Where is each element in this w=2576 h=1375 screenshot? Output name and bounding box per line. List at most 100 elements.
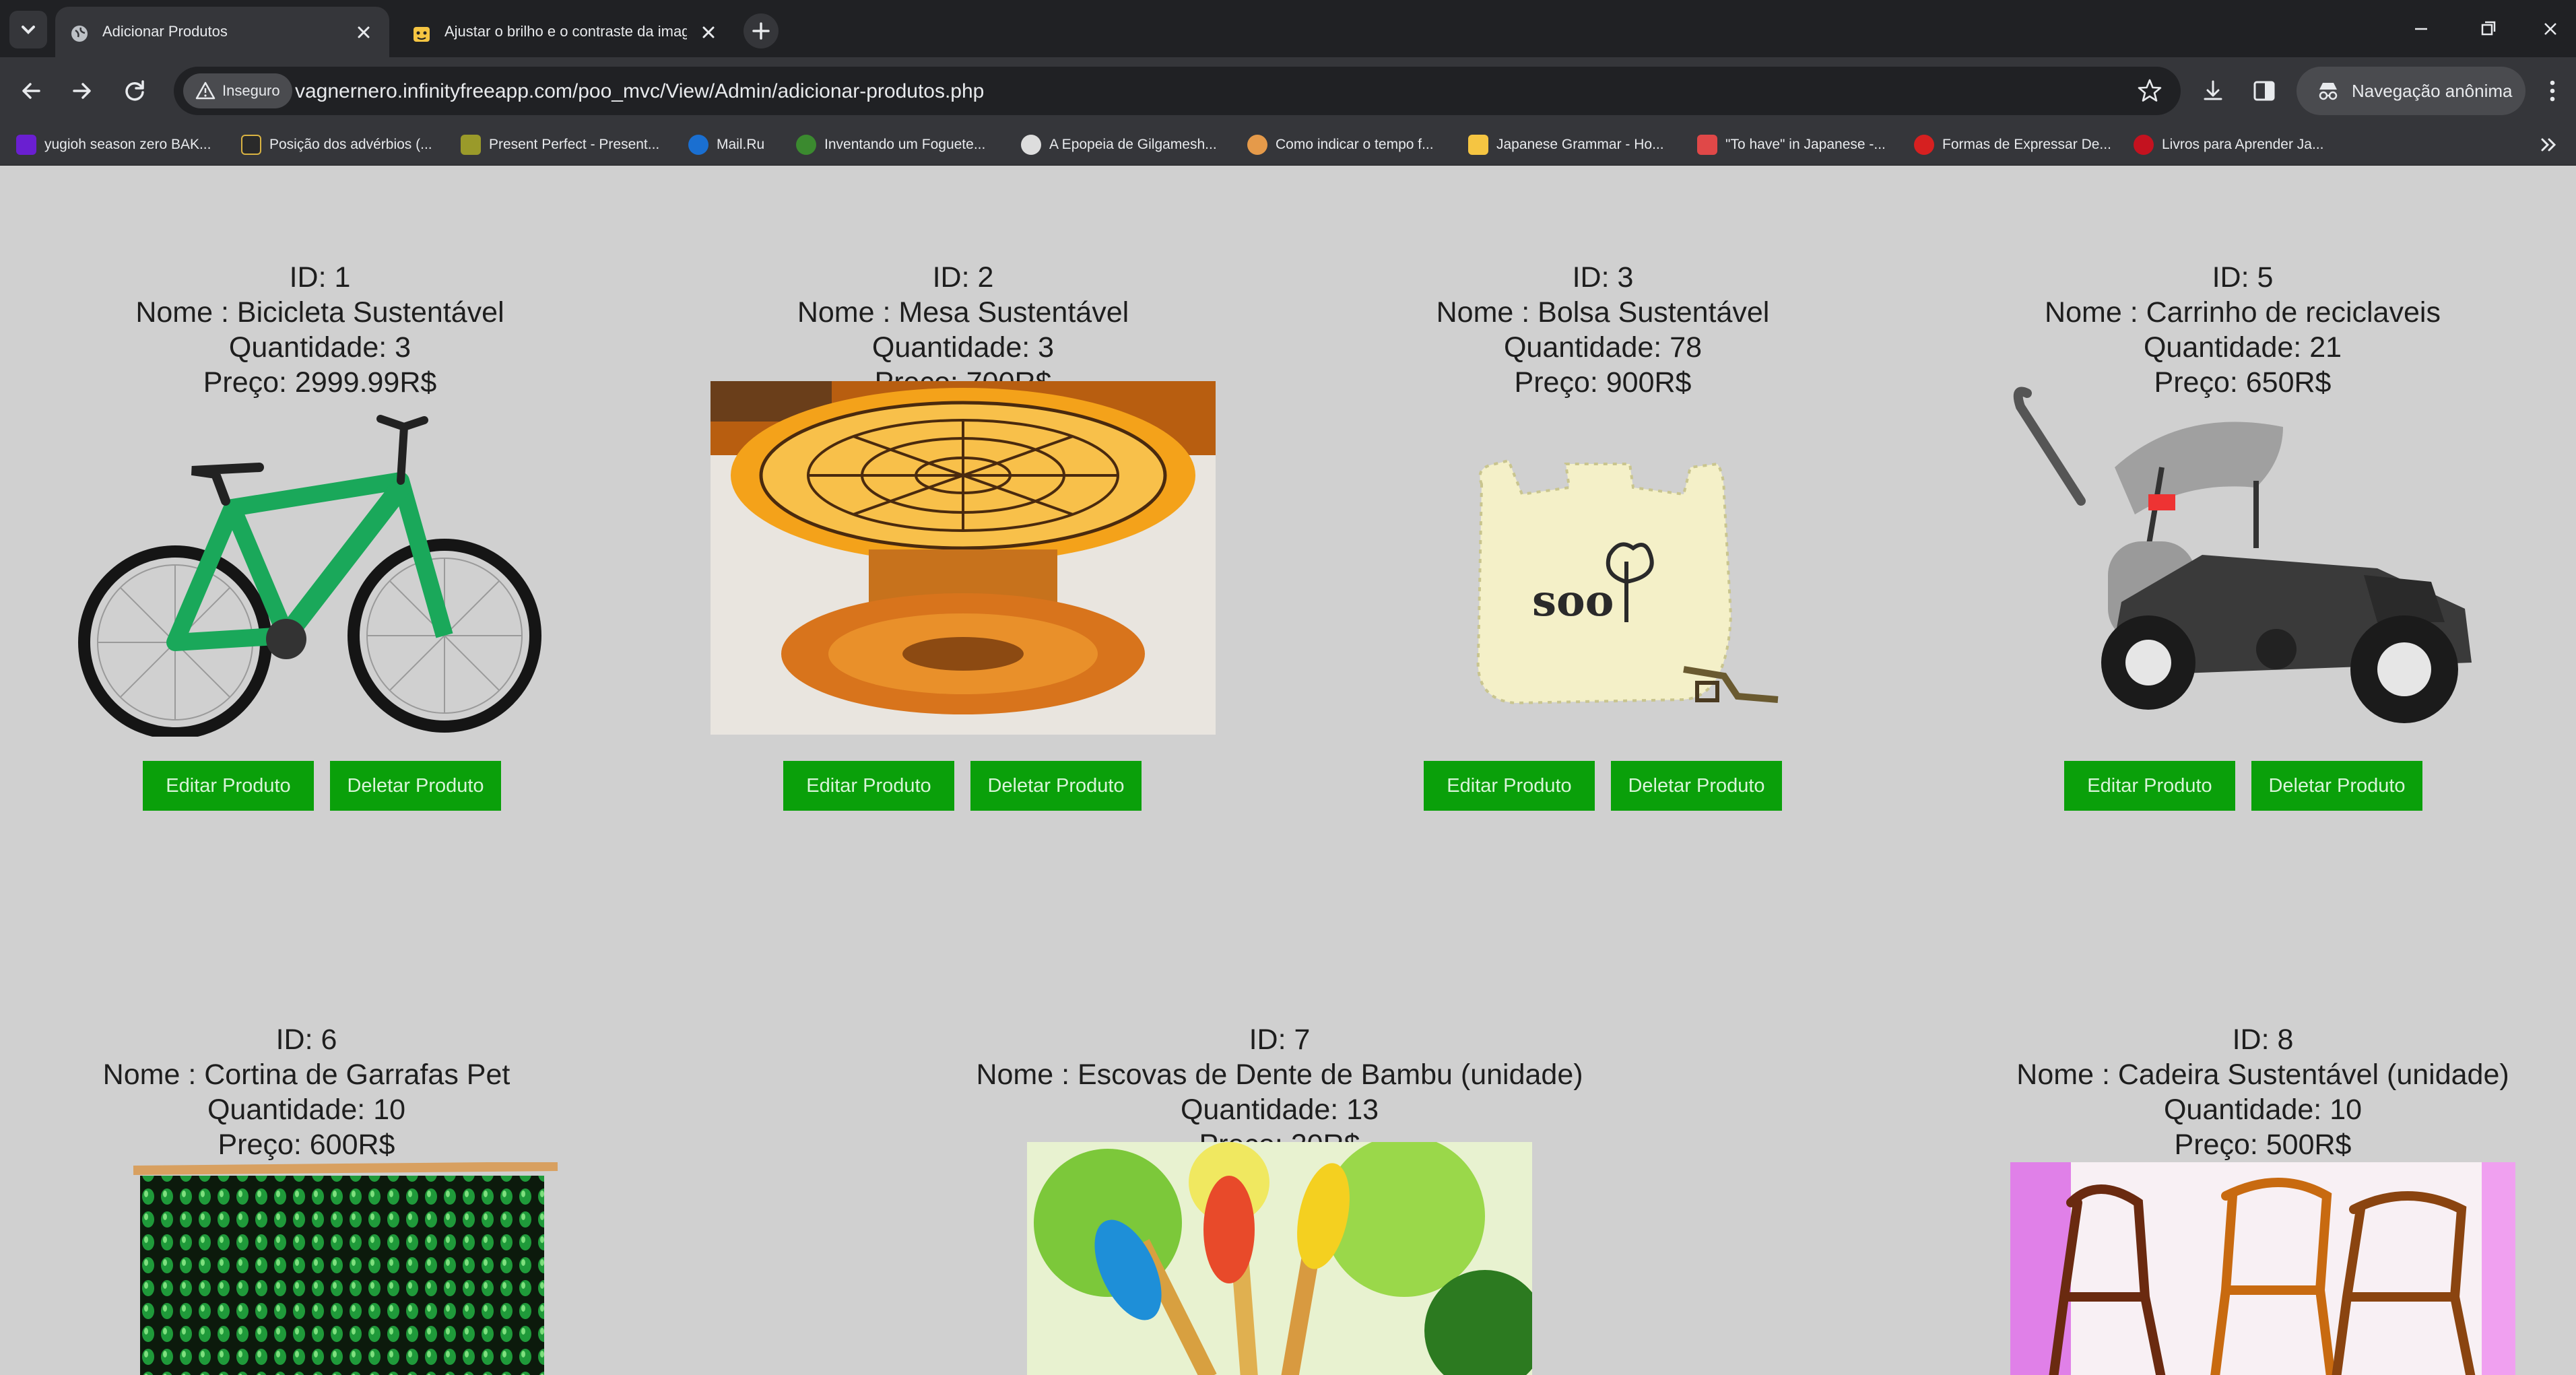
product-name: Nome : Bicicleta Sustentável	[135, 296, 504, 329]
bookmark-item[interactable]: Livros para Aprender Ja...	[2134, 131, 2323, 158]
product-card: ID: 8 Nome : Cadeira Sustentável (unidad…	[1953, 1022, 2573, 1375]
product-id: ID: 3	[1572, 261, 1634, 294]
product-id: ID: 1	[289, 261, 351, 294]
product-price: Preço: 500R$	[2174, 1129, 2352, 1161]
bookmark-item[interactable]: "To have" in Japanese -...	[1697, 131, 1886, 158]
plus-icon	[752, 22, 770, 40]
product-price: Preço: 600R$	[218, 1129, 395, 1161]
incognito-indicator[interactable]: Navegação anônima	[2297, 67, 2525, 115]
minimize-icon[interactable]	[2403, 12, 2439, 46]
product-actions: Editar Produto Deletar Produto	[1424, 761, 1782, 811]
close-icon[interactable]	[352, 20, 376, 44]
download-icon[interactable]	[2195, 73, 2231, 108]
incognito-label: Navegação anônima	[2352, 80, 2513, 101]
tab-title: Adicionar Produtos	[102, 23, 228, 40]
bookmark-item[interactable]: A Epopeia de Gilgamesh...	[1021, 131, 1217, 158]
product-card: ID: 5 Nome : Carrinho de reciclaveis Qua…	[1960, 260, 2525, 740]
product-name: Nome : Carrinho de reciclaveis	[2045, 296, 2441, 329]
mail-ru-icon	[688, 135, 708, 155]
product-name: Nome : Bolsa Sustentável	[1436, 296, 1770, 329]
product-id: ID: 2	[932, 261, 994, 294]
site-favicon-icon	[2134, 135, 2154, 155]
bookmark-item[interactable]: Formas de Expressar De...	[1914, 131, 2111, 158]
browser-toolbar: Inseguro vagnernero.infinityfreeapp.com/…	[0, 57, 2576, 125]
chevron-down-icon	[22, 26, 35, 34]
tab-title: Ajustar o brilho e o contraste da imag	[444, 23, 687, 40]
restore-icon[interactable]	[2470, 12, 2506, 46]
more-options-icon[interactable]	[2539, 73, 2566, 108]
edit-product-button[interactable]: Editar Produto	[1424, 761, 1595, 811]
product-name: Nome : Escovas de Dente de Bambu (unidad…	[976, 1059, 1583, 1091]
delete-product-button[interactable]: Deletar Produto	[970, 761, 1142, 811]
delete-product-button[interactable]: Deletar Produto	[330, 761, 501, 811]
product-name: Nome : Mesa Sustentável	[797, 296, 1129, 329]
chevron-double-right-icon[interactable]	[2536, 133, 2563, 157]
product-actions: Editar Produto Deletar Produto	[783, 761, 1142, 811]
product-price: Preço: 2999.99R$	[203, 366, 437, 399]
bookmark-item[interactable]: Inventando um Foguete...	[796, 131, 985, 158]
bookmark-star-icon[interactable]	[2135, 76, 2165, 106]
address-bar[interactable]: Inseguro vagnernero.infinityfreeapp.com/…	[174, 67, 2181, 115]
close-icon[interactable]	[696, 20, 721, 44]
edit-product-button[interactable]: Editar Produto	[143, 761, 314, 811]
yahoo-icon	[16, 135, 36, 155]
product-price: Preço: 900R$	[1514, 366, 1692, 399]
bookmark-item[interactable]: yugioh season zero BAK...	[16, 131, 211, 158]
edit-product-button[interactable]: Editar Produto	[2064, 761, 2235, 811]
bookmark-item[interactable]: Present Perfect - Present...	[461, 131, 659, 158]
site-favicon-icon	[1468, 135, 1488, 155]
product-quantity: Quantidade: 78	[1503, 331, 1703, 364]
bookmark-item[interactable]: Como indicar o tempo f...	[1247, 131, 1434, 158]
bookmark-item[interactable]: Japanese Grammar - Ho...	[1468, 131, 1664, 158]
globe-icon	[71, 26, 88, 42]
security-label: Inseguro	[222, 82, 280, 99]
product-card: ID: 3 Nome : Bolsa Sustentável Quantidad…	[1320, 260, 1886, 740]
product-id: ID: 5	[2212, 261, 2274, 294]
product-image-toothbrushes	[1027, 1135, 1546, 1375]
product-card: ID: 1 Nome : Bicicleta Sustentável Quant…	[40, 260, 599, 740]
product-quantity: Quantidade: 3	[871, 331, 1055, 364]
delete-product-button[interactable]: Deletar Produto	[1611, 761, 1782, 811]
product-card: ID: 7 Nome : Escovas de Dente de Bambu (…	[909, 1022, 1650, 1375]
tab-adicionar-produtos[interactable]: Adicionar Produtos	[55, 7, 389, 57]
product-id: ID: 6	[275, 1024, 337, 1056]
product-image-bicycle	[78, 415, 541, 739]
incognito-icon	[2319, 83, 2338, 100]
reload-icon[interactable]	[116, 72, 154, 110]
page-content: ID: 1 Nome : Bicicleta Sustentável Quant…	[0, 166, 2576, 1375]
product-actions: Editar Produto Deletar Produto	[143, 761, 501, 811]
url-text[interactable]: vagnernero.infinityfreeapp.com/poo_mvc/V…	[295, 80, 984, 103]
close-window-icon[interactable]	[2532, 12, 2569, 46]
product-image-cart	[2013, 387, 2472, 723]
back-arrow-icon[interactable]	[12, 72, 50, 110]
delete-product-button[interactable]: Deletar Produto	[2251, 761, 2422, 811]
product-quantity: Quantidade: 10	[2163, 1094, 2363, 1126]
edit-product-button[interactable]: Editar Produto	[783, 761, 954, 811]
product-image-bag: soo	[1401, 400, 1805, 737]
product-id: ID: 8	[2232, 1024, 2294, 1056]
tab-search-button[interactable]	[9, 11, 47, 48]
site-security-chip[interactable]: Inseguro	[183, 73, 292, 108]
bookmark-item[interactable]: Posição dos advérbios (...	[241, 131, 432, 158]
site-favicon-icon	[796, 135, 816, 155]
product-card: ID: 6 Nome : Cortina de Garrafas Pet Qua…	[20, 1022, 593, 1375]
product-quantity: Quantidade: 10	[207, 1094, 406, 1126]
bag-print-text: soo	[1532, 576, 1614, 626]
tab-strip: Adicionar Produtos Ajustar o brilho e o …	[0, 0, 2576, 57]
product-image-table	[711, 381, 1216, 735]
site-favicon-icon	[1914, 135, 1934, 155]
product-name: Nome : Cortina de Garrafas Pet	[102, 1059, 510, 1091]
cat-face-icon	[414, 27, 430, 42]
forward-arrow-icon[interactable]	[63, 72, 101, 110]
globe-icon	[1021, 135, 1041, 155]
site-favicon-icon	[241, 135, 261, 155]
site-favicon-icon	[461, 135, 481, 155]
product-quantity: Quantidade: 3	[228, 331, 411, 364]
bookmarks-bar: yugioh season zero BAK... Posição dos ad…	[0, 125, 2576, 166]
product-image-chairs	[2010, 1162, 2515, 1375]
product-quantity: Quantidade: 13	[1180, 1094, 1379, 1126]
tab-ajustar-brilho[interactable]: Ajustar o brilho e o contraste da imag	[397, 7, 734, 57]
new-tab-button[interactable]	[744, 13, 779, 48]
side-panel-icon[interactable]	[2247, 73, 2282, 108]
bookmark-item[interactable]: Mail.Ru	[688, 131, 764, 158]
